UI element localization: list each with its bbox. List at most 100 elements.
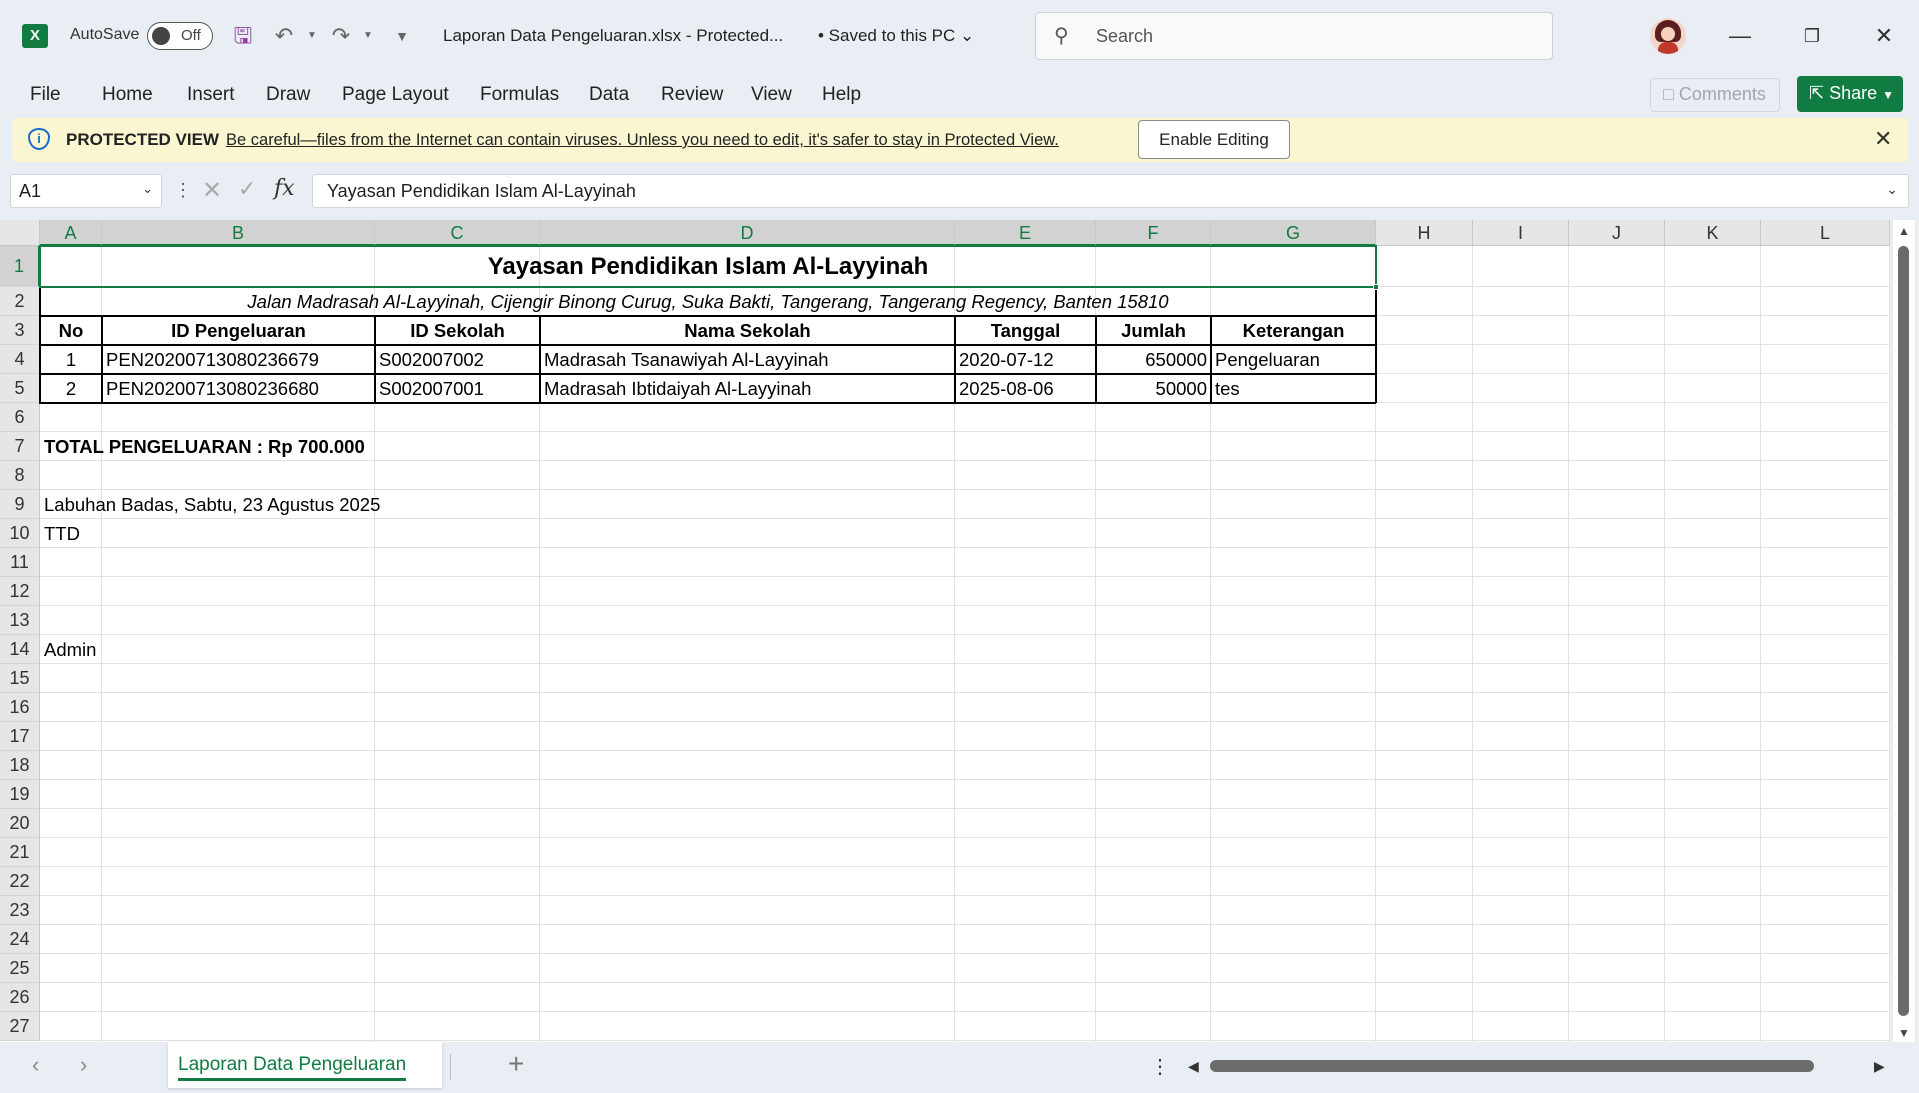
redo-dropdown-icon[interactable]: ▼ [354, 22, 382, 50]
share-button[interactable]: ⇱ Share ▼ [1797, 76, 1903, 112]
cancel-icon[interactable]: ✕ [202, 176, 222, 205]
row-header-24[interactable]: 24 [0, 925, 40, 954]
row-header-16[interactable]: 16 [0, 693, 40, 722]
function-icon[interactable]: fx [274, 176, 295, 201]
tab-file[interactable]: File [30, 84, 61, 106]
column-header-g[interactable]: G [1211, 220, 1376, 246]
comments-button[interactable]: □ Comments [1650, 78, 1780, 112]
check-icon[interactable]: ✓ [238, 176, 256, 202]
scroll-thumb[interactable] [1210, 1060, 1814, 1072]
row-header-14[interactable]: 14 [0, 635, 40, 664]
tab-insert[interactable]: Insert [187, 84, 235, 106]
tab-page-layout[interactable]: Page Layout [342, 84, 449, 106]
row-header-15[interactable]: 15 [0, 664, 40, 693]
scroll-up-icon[interactable]: ▲ [1898, 224, 1910, 238]
column-header-b[interactable]: B [102, 220, 375, 246]
previous-sheet-icon[interactable]: ‹ [32, 1052, 39, 1078]
column-header-l[interactable]: L [1761, 220, 1890, 246]
close-window-button[interactable]: ✕ [1864, 20, 1904, 52]
place-date-cell[interactable]: Labuhan Badas, Sabtu, 23 Agustus 2025 [44, 490, 951, 519]
scroll-down-icon[interactable]: ▼ [1898, 1026, 1910, 1040]
tab-formulas[interactable]: Formulas [480, 84, 559, 106]
protected-view-message[interactable]: Be careful—files from the Internet can c… [226, 131, 1059, 150]
signer-cell[interactable]: Admin [44, 635, 536, 664]
column-header-i[interactable]: I [1473, 220, 1569, 246]
table-cell[interactable]: 650000 [1100, 345, 1207, 374]
document-title[interactable]: Laporan Data Pengeluaran.xlsx - Protecte… [443, 26, 783, 46]
row-header-23[interactable]: 23 [0, 896, 40, 925]
row-header-11[interactable]: 11 [0, 548, 40, 577]
scroll-left-icon[interactable]: ◀ [1188, 1058, 1199, 1075]
expand-icon[interactable]: ⌄ [1886, 181, 1898, 198]
undo-icon[interactable]: ↶ [270, 22, 298, 50]
table-cell[interactable]: S002007001 [379, 374, 536, 403]
tab-help[interactable]: Help [822, 84, 861, 106]
row-header-7[interactable]: 7 [0, 432, 40, 461]
row-header-17[interactable]: 17 [0, 722, 40, 751]
restore-button[interactable]: ❐ [1792, 20, 1832, 52]
table-header-cell[interactable]: ID Pengeluaran [106, 316, 371, 345]
row-header-13[interactable]: 13 [0, 606, 40, 635]
close-icon[interactable]: ✕ [1874, 126, 1892, 152]
table-header-cell[interactable]: Jumlah [1100, 316, 1207, 345]
table-cell[interactable]: 2 [44, 374, 98, 403]
row-header-9[interactable]: 9 [0, 490, 40, 519]
column-header-h[interactable]: H [1376, 220, 1473, 246]
row-header-4[interactable]: 4 [0, 345, 40, 374]
column-header-e[interactable]: E [955, 220, 1096, 246]
table-cell[interactable]: tes [1215, 374, 1372, 403]
saved-status[interactable]: • Saved to this PC ⌄ [818, 26, 974, 46]
row-header-12[interactable]: 12 [0, 577, 40, 606]
table-cell[interactable]: S002007002 [379, 345, 536, 374]
row-header-8[interactable]: 8 [0, 461, 40, 490]
address-cell[interactable]: Jalan Madrasah Al-Layyinah, Cijengir Bin… [44, 287, 1372, 316]
ttd-cell[interactable]: TTD [44, 519, 536, 548]
next-sheet-icon[interactable]: › [80, 1052, 87, 1078]
row-header-21[interactable]: 21 [0, 838, 40, 867]
table-cell[interactable]: PEN20200713080236680 [106, 374, 371, 403]
row-header-20[interactable]: 20 [0, 809, 40, 838]
horizontal-scrollbar[interactable]: ◀ ▶ [1180, 1056, 1890, 1076]
table-cell[interactable]: Madrasah Ibtidaiyah Al-Layyinah [544, 374, 951, 403]
autosave-toggle[interactable]: Off [147, 22, 213, 50]
column-header-j[interactable]: J [1569, 220, 1665, 246]
select-all-corner[interactable] [0, 220, 40, 246]
table-header-cell[interactable]: Tanggal [959, 316, 1092, 345]
row-header-19[interactable]: 19 [0, 780, 40, 809]
search-box[interactable]: ⚲ Search [1035, 12, 1553, 60]
row-header-18[interactable]: 18 [0, 751, 40, 780]
row-header-6[interactable]: 6 [0, 403, 40, 432]
row-header-10[interactable]: 10 [0, 519, 40, 548]
table-cell[interactable]: Pengeluaran [1215, 345, 1372, 374]
vertical-scrollbar[interactable]: ▲ ▼ [1893, 220, 1915, 1042]
save-icon[interactable]: 🖫 [229, 22, 257, 50]
tab-view[interactable]: View [751, 84, 792, 106]
column-header-f[interactable]: F [1096, 220, 1211, 246]
table-header-cell[interactable]: No [44, 316, 98, 345]
minimize-button[interactable]: — [1720, 20, 1760, 52]
tab-review[interactable]: Review [661, 84, 723, 106]
table-cell[interactable]: 2020-07-12 [959, 345, 1092, 374]
fill-handle[interactable] [1373, 284, 1379, 290]
column-header-a[interactable]: A [40, 220, 102, 246]
table-header-cell[interactable]: Keterangan [1215, 316, 1372, 345]
table-cell[interactable]: Madrasah Tsanawiyah Al-Layyinah [544, 345, 951, 374]
row-header-3[interactable]: 3 [0, 316, 40, 345]
table-cell[interactable]: PEN20200713080236679 [106, 345, 371, 374]
table-cell[interactable]: 50000 [1100, 374, 1207, 403]
table-header-cell[interactable]: Nama Sekolah [544, 316, 951, 345]
customize-toolbar-icon[interactable]: ▼ [388, 22, 416, 50]
spreadsheet-grid[interactable]: A B C D E F G H I J K L 1 2 3 4 5 6 7 8 9 10 11 12 13 14 15 16 17 18 1… [0, 220, 1890, 1042]
column-header-d[interactable]: D [540, 220, 955, 246]
formula-input[interactable]: Yayasan Pendidikan Islam Al-Layyinah ⌄ [312, 174, 1909, 208]
row-header-1[interactable]: 1 [0, 246, 40, 287]
add-sheet-icon[interactable]: + [508, 1048, 524, 1080]
total-cell[interactable]: TOTAL PENGELUARAN : Rp 700.000 [44, 432, 951, 461]
sheet-tab[interactable]: Laporan Data Pengeluaran [168, 1042, 442, 1088]
scroll-thumb[interactable] [1898, 246, 1909, 1016]
tab-home[interactable]: Home [102, 84, 153, 106]
more-options-icon[interactable]: ⋮ [174, 180, 192, 201]
tab-data[interactable]: Data [589, 84, 629, 106]
row-header-25[interactable]: 25 [0, 954, 40, 983]
undo-dropdown-icon[interactable]: ▼ [298, 22, 326, 50]
